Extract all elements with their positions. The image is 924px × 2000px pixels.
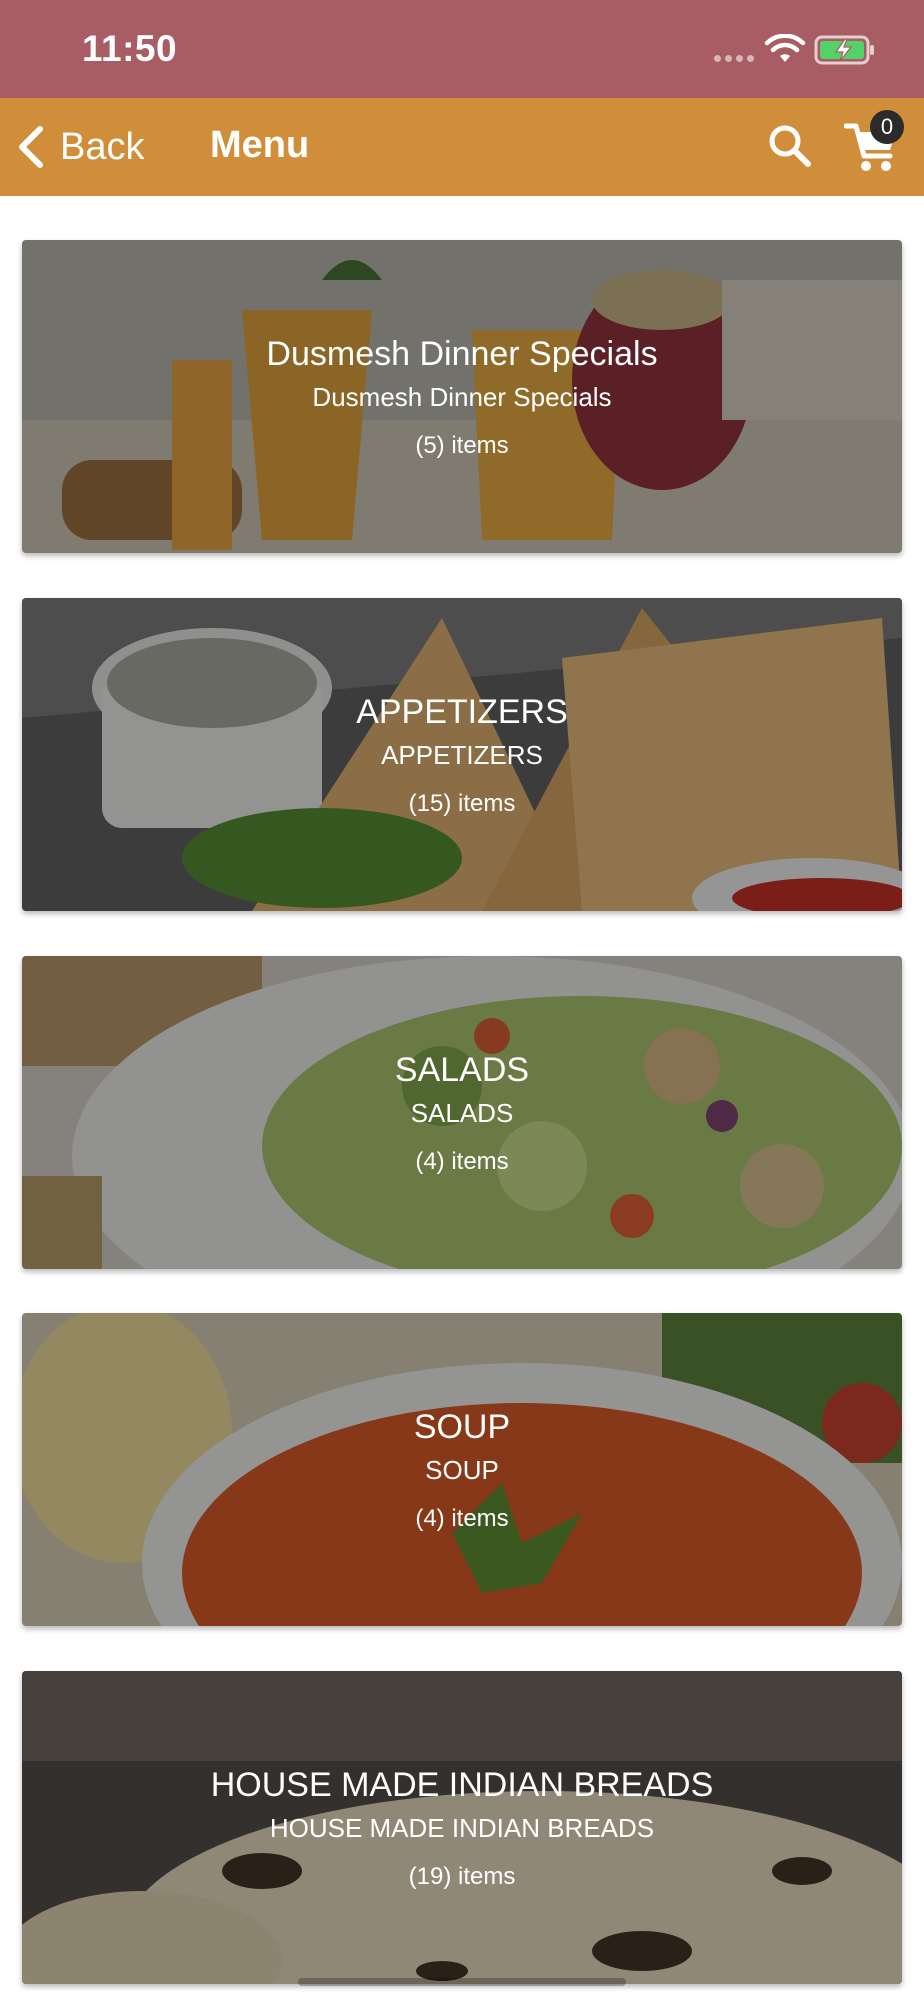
status-time: 11:50 [82, 28, 178, 69]
category-card-dinner-specials[interactable]: Dusmesh Dinner Specials Dusmesh Dinner S… [22, 240, 902, 553]
category-title: HOUSE MADE INDIAN BREADS [210, 1765, 714, 1804]
category-subtitle: SOUP [425, 1454, 499, 1485]
search-icon[interactable] [766, 122, 814, 170]
category-item-count: (15) items [408, 789, 516, 817]
category-item-count: (4) items [415, 1504, 509, 1532]
category-title: SOUP [413, 1407, 511, 1446]
category-item-count: (19) items [408, 1862, 516, 1890]
category-subtitle: APPETIZERS [381, 739, 543, 770]
category-subtitle: Dusmesh Dinner Specials [312, 381, 612, 412]
category-card-indian-breads[interactable]: HOUSE MADE INDIAN BREADS HOUSE MADE INDI… [22, 1671, 902, 1984]
category-subtitle: SALADS [410, 1097, 514, 1128]
page-title: Menu [210, 124, 310, 166]
category-card-appetizers[interactable]: APPETIZERS APPETIZERS (15) items [22, 598, 902, 911]
cart-count-badge: 0 [870, 110, 904, 144]
category-subtitle: HOUSE MADE INDIAN BREADS [269, 1812, 655, 1843]
category-title: Dusmesh Dinner Specials [266, 334, 658, 373]
nav-bar: Back Menu [0, 98, 924, 196]
wifi-icon [764, 34, 806, 62]
battery-charging-icon [814, 35, 874, 65]
chevron-left-icon [19, 126, 43, 168]
category-title: APPETIZERS [356, 692, 568, 731]
back-button[interactable]: Back [14, 120, 144, 174]
back-label: Back [60, 125, 145, 168]
category-card-salads[interactable]: SALADS SALADS (4) items [22, 956, 902, 1269]
home-indicator[interactable] [298, 1978, 626, 1986]
status-bar: 11:50 [0, 0, 924, 98]
category-item-count: (5) items [415, 431, 509, 459]
signal-dots-icon [714, 55, 754, 62]
category-item-count: (4) items [415, 1147, 509, 1175]
category-card-soup[interactable]: SOUP SOUP (4) items [22, 1313, 902, 1626]
category-title: SALADS [394, 1050, 530, 1089]
